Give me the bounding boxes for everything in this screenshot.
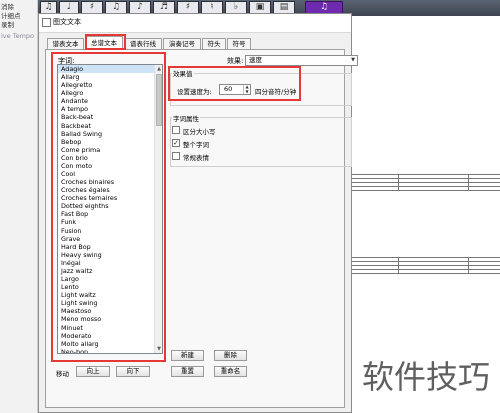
app-left-panel: 消除 计细点 录制 ive Tempo	[0, 0, 38, 413]
highlight-word-list	[51, 52, 166, 362]
checkbox-box[interactable]	[172, 152, 180, 160]
effect-select-value: 速度	[249, 56, 262, 64]
new-button[interactable]: 新建	[171, 350, 204, 361]
watermark-text: 软件技巧	[352, 342, 500, 413]
dialog-app-icon	[42, 18, 51, 27]
dialog-title: 图文文本	[53, 18, 81, 26]
rename-button[interactable]: 重命名	[214, 366, 247, 377]
effect-select[interactable]: 速度 ▼	[245, 55, 358, 66]
effect-label: 效果:	[227, 57, 244, 65]
highlight-effect-value	[168, 66, 301, 101]
checkbox-box-checked[interactable]: ✓	[172, 139, 180, 147]
word-properties-title: 字词属性	[172, 113, 200, 123]
tab-staff-text[interactable]: 谱表文本	[47, 38, 84, 49]
highlight-score-text-tab	[85, 34, 126, 50]
tab-symbols[interactable]: 符号	[227, 38, 251, 49]
checkbox-label: 常规表情	[183, 154, 209, 162]
left-label-record[interactable]: 录制	[1, 19, 14, 29]
move-label: 移动	[56, 370, 69, 378]
checkbox-label: 区分大小写	[183, 128, 216, 136]
tab-performance-marks[interactable]: 演奏记号	[163, 38, 201, 49]
tab-noteheads[interactable]: 符头	[202, 38, 226, 49]
delete-button[interactable]: 删除	[214, 350, 247, 361]
tab-staff-lines[interactable]: 谱表行线	[124, 38, 162, 49]
move-up-button[interactable]: 向上	[76, 366, 110, 377]
dialog-titlebar[interactable]: 图文文本	[39, 14, 351, 33]
move-down-button[interactable]: 向下	[116, 366, 150, 377]
left-label-tempo: ive Tempo	[1, 32, 35, 40]
reset-button[interactable]: 重置	[171, 366, 204, 377]
checkbox-label: 整个字词	[183, 141, 209, 149]
chevron-down-icon[interactable]: ▼	[351, 56, 355, 65]
checkbox-box[interactable]	[172, 126, 180, 134]
